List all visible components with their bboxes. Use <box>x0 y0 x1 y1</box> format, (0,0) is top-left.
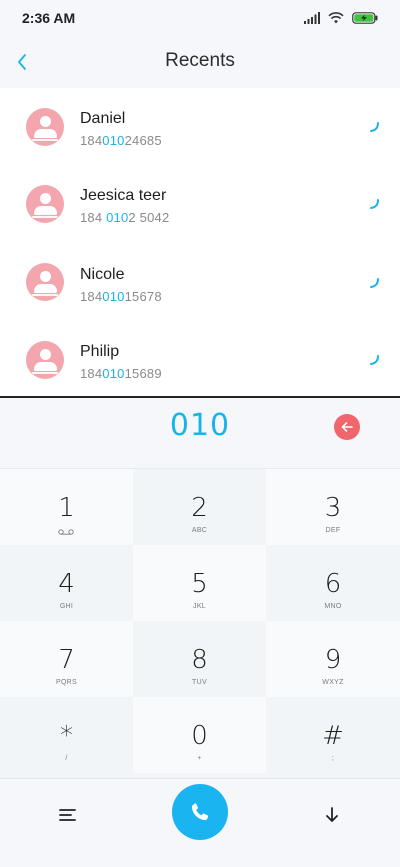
backspace-arrow-icon <box>341 422 353 432</box>
voicemail-icon <box>58 529 74 535</box>
contact-name: Daniel <box>80 110 126 127</box>
avatar <box>26 185 64 223</box>
contact-number: 184 0102 5042 <box>80 210 170 225</box>
key-star[interactable]: * / <box>0 697 133 773</box>
dial-input-area: 010 <box>0 398 400 468</box>
key-1[interactable]: 1 <box>0 469 133 545</box>
key-5[interactable]: 5 JKL <box>133 545 266 621</box>
page-title: Recents <box>165 50 235 71</box>
avatar <box>26 263 64 301</box>
key-9[interactable]: 9 WXYZ <box>266 621 400 697</box>
contact-row-philip[interactable]: Philip 18401015689 <box>0 319 400 396</box>
avatar <box>26 108 64 146</box>
key-8[interactable]: 8 TUV <box>133 621 266 697</box>
header: Recents <box>0 36 400 88</box>
call-outgoing-icon <box>370 122 379 132</box>
key-4[interactable]: 4 GHI <box>0 545 133 621</box>
battery-charging-icon <box>352 12 378 24</box>
contact-row-daniel[interactable]: Daniel 18401024685 <box>0 88 400 165</box>
status-icons <box>304 10 378 26</box>
key-6[interactable]: 6 MNO <box>266 545 400 621</box>
contact-number: 18401015678 <box>80 289 162 304</box>
contact-number: 18401015689 <box>80 366 162 381</box>
collapse-keypad-button[interactable] <box>320 803 344 827</box>
arrow-down-icon <box>326 807 338 822</box>
delete-button[interactable] <box>334 414 360 440</box>
contact-name: Jeesica teer <box>80 187 167 204</box>
call-button[interactable] <box>172 784 228 840</box>
call-outgoing-icon <box>370 355 379 365</box>
menu-icon <box>59 809 76 821</box>
contact-number: 18401024685 <box>80 133 162 148</box>
signal-icon <box>304 12 320 24</box>
key-0[interactable]: 0 + <box>133 697 266 773</box>
dial-keypad: 1 2 ABC 3 DEF 4 GHI 5 JKL 6 MNO 7 PQRS 8 TUV 9W… <box>0 468 400 779</box>
call-outgoing-icon <box>370 278 379 288</box>
key-3[interactable]: 3 DEF <box>266 469 400 545</box>
recents-list: Daniel 18401024685 Jeesica teer 184 0102… <box>0 88 400 396</box>
contact-row-nicole[interactable]: Nicole 18401015678 <box>0 242 400 319</box>
contact-name: Nicole <box>80 266 125 283</box>
status-time: 2:36 AM <box>22 10 76 26</box>
phone-icon <box>191 803 209 821</box>
key-7[interactable]: 7 PQRS <box>0 621 133 697</box>
contact-row-jeesica[interactable]: Jeesica teer 184 0102 5042 <box>0 165 400 242</box>
key-2[interactable]: 2 ABC <box>133 469 266 545</box>
contact-name: Philip <box>80 343 120 360</box>
menu-button[interactable] <box>56 803 80 827</box>
avatar <box>26 341 64 379</box>
call-outgoing-icon <box>370 199 379 209</box>
wifi-icon <box>328 12 344 24</box>
key-hash[interactable]: #; <box>266 697 400 773</box>
bottom-bar <box>0 778 400 867</box>
status-bar: 2:36 AM <box>0 0 400 36</box>
